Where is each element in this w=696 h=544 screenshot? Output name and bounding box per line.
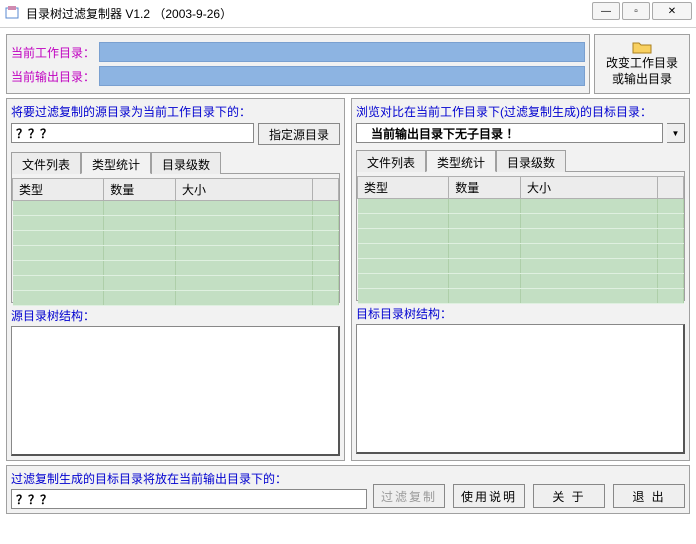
table-row	[13, 261, 339, 276]
exit-button[interactable]: 退 出	[613, 484, 685, 508]
output-dir-label: 当前输出目录：	[11, 68, 99, 85]
close-button[interactable]: ✕	[652, 2, 692, 20]
target-tabs: 文件列表 类型统计 目录级数	[356, 149, 685, 171]
target-tree-label: 目标目录树结构：	[356, 305, 685, 322]
table-row	[13, 216, 339, 231]
output-target-label: 过滤复制生成的目标目录将放在当前输出目录下的：	[11, 470, 367, 487]
app-icon	[4, 4, 20, 23]
source-panel-header: 将要过滤复制的源目录为当前工作目录下的：	[11, 103, 340, 119]
dropdown-chevron-icon[interactable]: ▼	[667, 123, 685, 143]
source-tabs: 文件列表 类型统计 目录级数	[11, 151, 340, 173]
source-tree-label: 源目录树结构：	[11, 307, 340, 324]
bottom-bar: 过滤复制生成的目标目录将放在当前输出目录下的： ？？？ 过滤复制 使用说明 关 …	[6, 465, 690, 514]
col-type[interactable]: 类型	[358, 177, 449, 199]
col-count[interactable]: 数量	[104, 179, 176, 201]
change-btn-line2: 或输出目录	[612, 72, 672, 88]
target-stats-table: 类型 数量 大小	[357, 176, 684, 304]
tab-type-stats[interactable]: 类型统计	[426, 150, 496, 172]
source-panel: 将要过滤复制的源目录为当前工作目录下的： ？？？ 指定源目录 文件列表 类型统计…	[6, 98, 345, 461]
table-row	[358, 274, 684, 289]
table-row	[13, 246, 339, 261]
output-dir-value	[99, 66, 585, 86]
source-dir-input[interactable]: ？？？	[11, 123, 254, 143]
target-dir-dropdown[interactable]: 当前输出目录下无子目录 ！	[356, 123, 663, 143]
table-row	[13, 201, 339, 216]
table-row	[358, 199, 684, 214]
folder-icon	[632, 40, 652, 54]
table-row	[13, 231, 339, 246]
minimize-button[interactable]: ―	[592, 2, 620, 20]
source-tree-view[interactable]	[11, 326, 340, 456]
target-panel-header: 浏览对比在当前工作目录下(过滤复制生成)的目标目录：	[356, 103, 685, 119]
specify-source-button[interactable]: 指定源目录	[258, 123, 340, 145]
work-dir-value	[99, 42, 585, 62]
change-directory-button[interactable]: 改变工作目录 或输出目录	[594, 34, 690, 94]
tab-type-stats[interactable]: 类型统计	[81, 152, 151, 174]
help-button[interactable]: 使用说明	[453, 484, 525, 508]
table-row	[358, 244, 684, 259]
source-stats-table: 类型 数量 大小	[12, 178, 339, 306]
change-btn-line1: 改变工作目录	[606, 56, 678, 72]
table-row	[358, 229, 684, 244]
table-row	[358, 214, 684, 229]
tab-dir-levels[interactable]: 目录级数	[496, 150, 566, 172]
col-size[interactable]: 大小	[175, 179, 312, 201]
target-tab-content: 类型 数量 大小	[356, 171, 685, 301]
table-row	[358, 289, 684, 304]
table-row	[13, 291, 339, 306]
title-bar: 目录树过滤复制器 V1.2 （2003-9-26） ― ▫ ✕	[0, 0, 696, 28]
tab-dir-levels[interactable]: 目录级数	[151, 152, 221, 174]
table-row	[13, 276, 339, 291]
about-button[interactable]: 关 于	[533, 484, 605, 508]
target-tree-view[interactable]	[356, 324, 685, 454]
col-type[interactable]: 类型	[13, 179, 104, 201]
directory-display-box: 当前工作目录： 当前输出目录：	[6, 34, 590, 94]
output-target-input[interactable]: ？？？	[11, 489, 367, 509]
tab-file-list[interactable]: 文件列表	[356, 150, 426, 172]
filter-copy-button[interactable]: 过滤复制	[373, 484, 445, 508]
col-count[interactable]: 数量	[449, 177, 521, 199]
source-tab-content: 类型 数量 大小	[11, 173, 340, 303]
window-title: 目录树过滤复制器 V1.2 （2003-9-26）	[26, 5, 232, 22]
table-row	[358, 259, 684, 274]
maximize-button[interactable]: ▫	[622, 2, 650, 20]
col-size[interactable]: 大小	[520, 177, 657, 199]
target-panel: 浏览对比在当前工作目录下(过滤复制生成)的目标目录： 当前输出目录下无子目录 ！…	[351, 98, 690, 461]
tab-file-list[interactable]: 文件列表	[11, 152, 81, 174]
work-dir-label: 当前工作目录：	[11, 44, 99, 61]
